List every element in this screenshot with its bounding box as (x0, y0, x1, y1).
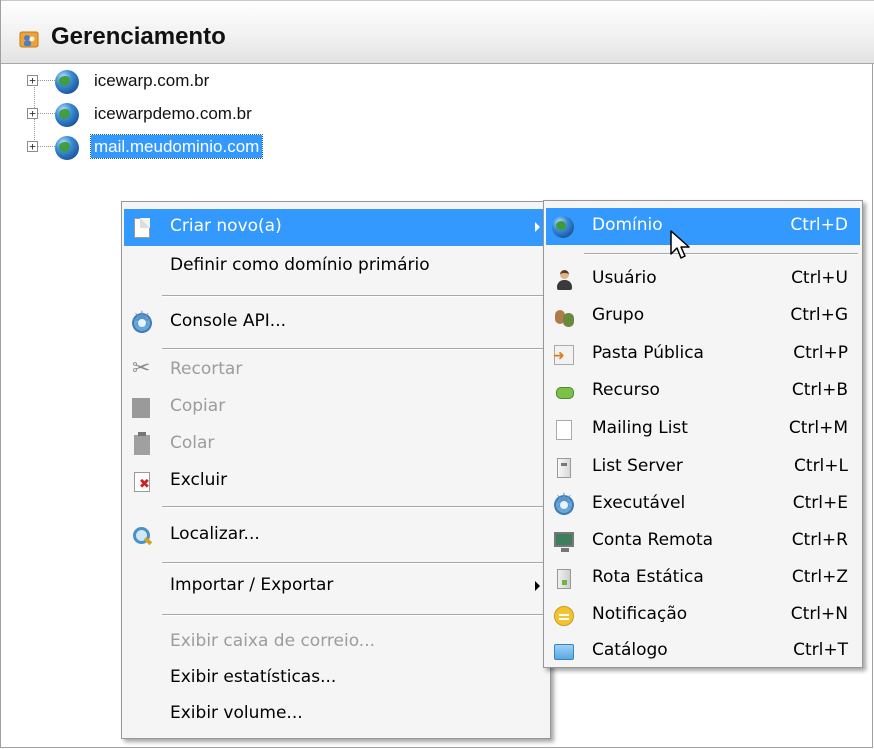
notification-icon (554, 606, 574, 626)
globe-icon (55, 70, 79, 94)
mouse-cursor-icon (670, 230, 690, 259)
submenu-item-notificacao[interactable]: Notificação Ctrl+N (546, 597, 860, 634)
search-icon (132, 526, 152, 546)
submenu-item-list-server[interactable]: List Server Ctrl+L (546, 449, 860, 486)
menu-separator (162, 562, 546, 564)
submenu-item-pasta-publica[interactable]: Pasta Pública Ctrl+P (546, 336, 860, 373)
delete-icon (134, 472, 150, 492)
globe-icon (552, 216, 574, 238)
context-menu: Criar novo(a) Definir como domínio primá… (121, 201, 551, 739)
menu-item-criar-novo[interactable]: Criar novo(a) (124, 209, 548, 246)
menu-item-copiar: Copiar (124, 389, 548, 426)
globe-icon (55, 103, 79, 127)
submenu-item-recurso[interactable]: Recurso Ctrl+B (546, 373, 860, 410)
resource-icon (554, 382, 574, 402)
route-icon (557, 569, 571, 589)
gear-icon (131, 306, 153, 336)
menu-item-importar-exportar[interactable]: Importar / Exportar (124, 568, 548, 605)
group-icon (554, 307, 574, 327)
document-icon (134, 218, 150, 238)
submenu-item-dominio[interactable]: Domínio Ctrl+D (546, 208, 860, 245)
create-submenu: Domínio Ctrl+D Usuário Ctrl+U Grupo Ctrl… (543, 200, 863, 668)
submenu-item-conta-remota[interactable]: Conta Remota Ctrl+R (546, 523, 860, 560)
menu-item-console-api[interactable]: Console API... (124, 304, 548, 341)
submenu-item-grupo[interactable]: Grupo Ctrl+G (546, 298, 860, 335)
copy-icon (132, 398, 150, 418)
public-folder-icon (553, 345, 574, 365)
submenu-item-rota-estatica[interactable]: Rota Estática Ctrl+Z (546, 560, 860, 597)
folder-icon (554, 644, 574, 660)
monitor-icon (554, 532, 574, 552)
user-icon (554, 270, 574, 290)
gear-icon (553, 488, 575, 518)
panel-header: Gerenciamento (1, 0, 874, 64)
expand-icon[interactable]: + (27, 141, 38, 152)
paste-icon (134, 432, 150, 455)
tree-item-label[interactable]: icewarp.com.br (91, 69, 212, 92)
menu-separator (162, 348, 546, 350)
folder-people-icon (19, 31, 39, 48)
cut-icon (132, 356, 152, 381)
menu-item-exibir-volume[interactable]: Exibir volume... (124, 696, 548, 733)
menu-item-excluir[interactable]: Excluir (124, 463, 548, 500)
menu-separator (584, 253, 858, 255)
panel-title: Gerenciamento (51, 23, 226, 50)
tree-item-label[interactable]: icewarpdemo.com.br (91, 102, 255, 125)
submenu-arrow-icon (535, 581, 540, 591)
submenu-arrow-icon (535, 222, 540, 232)
submenu-item-usuario[interactable]: Usuário Ctrl+U (546, 261, 860, 298)
tree-item-icewarp[interactable]: + icewarp.com.br (27, 67, 407, 95)
submenu-item-executavel[interactable]: Executável Ctrl+E (546, 486, 860, 523)
menu-item-exibir-caixa: Exibir caixa de correio... (170, 631, 376, 651)
globe-icon (55, 136, 79, 160)
submenu-item-catalogo[interactable]: Catálogo Ctrl+T (546, 633, 860, 670)
menu-item-recortar: Recortar (124, 352, 548, 389)
menu-separator (162, 295, 546, 297)
tree-item-label[interactable]: mail.meudominio.com (89, 134, 264, 159)
menu-separator (162, 506, 546, 508)
menu-item-definir-primario[interactable]: Definir como domínio primário (124, 248, 548, 285)
page-icon (556, 420, 572, 440)
menu-item-localizar[interactable]: Localizar... (124, 517, 548, 554)
submenu-item-mailing-list[interactable]: Mailing List Ctrl+M (546, 411, 860, 448)
server-icon (557, 458, 571, 478)
menu-item-exibir-estatisticas[interactable]: Exibir estatísticas... (124, 660, 548, 697)
menu-separator (162, 614, 546, 616)
tree-item-icewarpdemo[interactable]: + icewarpdemo.com.br (27, 100, 407, 128)
tree-item-meudominio[interactable]: + mail.meudominio.com (27, 133, 407, 161)
expand-icon[interactable]: + (27, 75, 38, 86)
menu-item-colar: Colar (124, 426, 548, 463)
expand-icon[interactable]: + (27, 108, 38, 119)
